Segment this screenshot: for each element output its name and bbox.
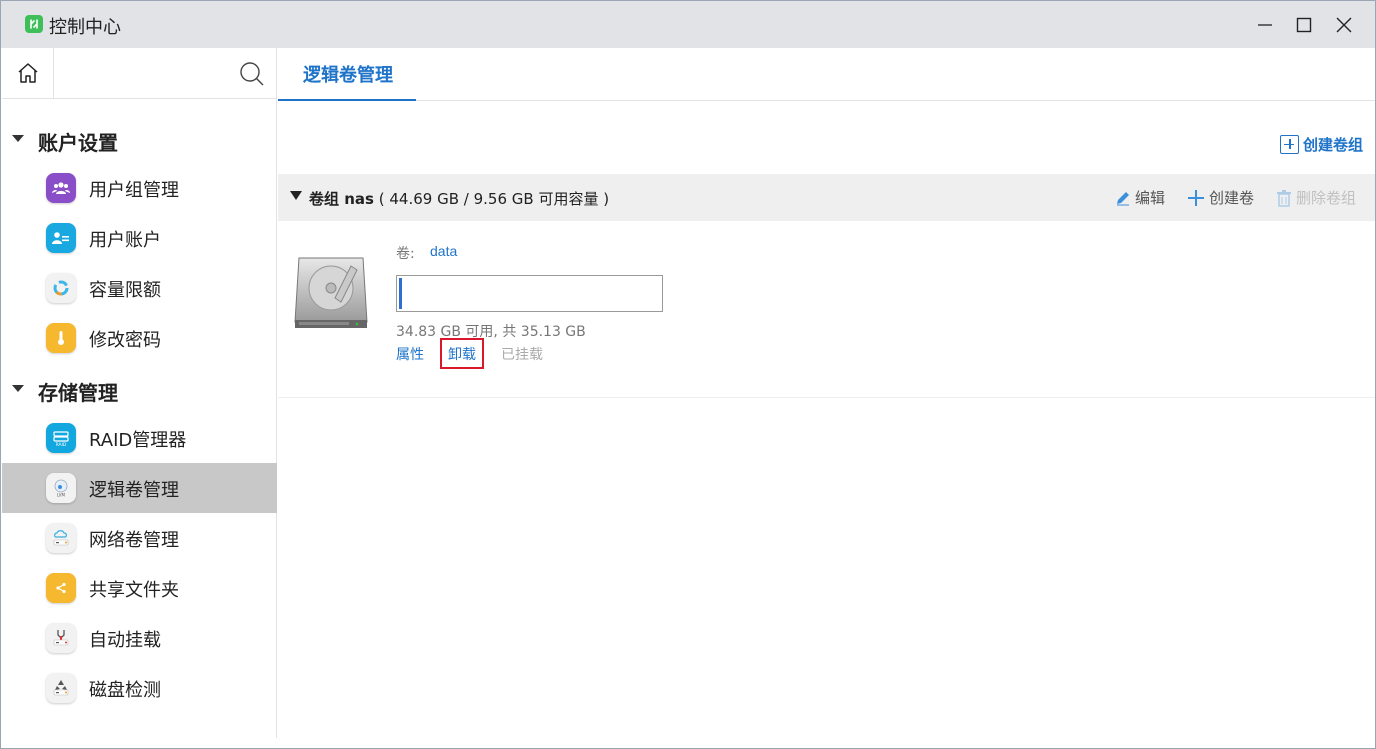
sidebar-item-network-volume[interactable]: 网络卷管理 [2,513,277,563]
unmount-link[interactable]: 卸载 [440,338,484,369]
maximize-button[interactable] [1288,9,1320,41]
control-center-window: 控制中心 账户设置 用户组管理 用户账户 容量限额 修改密码 存储管理 RAID… [0,0,1376,749]
sidebar-item-label: 磁盘检测 [89,680,161,701]
sidebar-item-label: 网络卷管理 [89,530,179,551]
sidebar-item-raid-manager[interactable]: RAID RAID管理器 [2,413,277,463]
sidebar-item-shared-folder[interactable]: 共享文件夹 [2,563,277,613]
sidebar-toolbar [2,48,277,99]
sidebar-item-change-password[interactable]: 修改密码 [2,313,277,363]
delete-volume-group-label: 删除卷组 [1296,189,1357,207]
properties-link[interactable]: 属性 [396,344,424,364]
edit-button[interactable]: 编辑 [1115,187,1165,208]
quota-icon [46,273,76,303]
sidebar-item-label: 共享文件夹 [89,580,179,601]
volume-group-title: 卷组 nas ( 44.69 GB / 9.56 GB 可用容量 ) [309,188,609,209]
disk-check-icon [46,673,76,703]
expand-triangle-icon[interactable] [290,191,302,200]
shared-folder-icon [46,573,76,603]
network-volume-icon [46,523,76,553]
create-volume-group-label: 创建卷组 [1303,135,1364,154]
delete-volume-group-button[interactable]: 删除卷组 [1276,187,1356,208]
sidebar-item-label: 修改密码 [89,330,161,351]
section-label: 账户设置 [38,131,118,155]
control-center-icon [25,15,43,33]
svg-text:LVM: LVM [57,493,66,498]
title-bar: 控制中心 [1,1,1375,48]
mount-status: 已挂载 [501,347,543,363]
sidebar-item-label: 用户账户 [89,230,161,251]
tab-label: 逻辑卷管理 [303,65,393,86]
sidebar-item-user-groups[interactable]: 用户组管理 [2,163,277,213]
volume-group-name: nas [344,190,374,208]
volume-label: 卷: [396,246,415,262]
lvm-icon: LVM [46,473,76,503]
create-volume-label: 创建卷 [1209,189,1255,207]
sidebar: 账户设置 用户组管理 用户账户 容量限额 修改密码 存储管理 RAID RAID… [2,48,277,738]
pencil-icon [1117,191,1129,205]
section-label: 存储管理 [38,381,118,405]
close-button[interactable] [1328,9,1360,41]
volume-name-link[interactable]: data [430,243,457,259]
collapse-triangle-icon [12,385,24,392]
volume-group-prefix: 卷组 [309,190,340,208]
section-account-settings[interactable]: 账户设置 [2,119,277,159]
sidebar-item-label: RAID管理器 [89,430,187,451]
password-icon [46,323,76,353]
auto-mount-icon [46,623,76,653]
create-volume-group-button[interactable]: 创建卷组 [1280,133,1363,155]
volume-usage-bar [396,275,663,312]
sidebar-item-label: 用户组管理 [89,180,179,201]
home-icon [18,63,37,83]
sidebar-item-disk-check[interactable]: 磁盘检测 [2,663,277,713]
maximize-icon [1296,17,1312,33]
main-panel: 逻辑卷管理 创建卷组 卷组 nas ( 44.69 GB / 9.56 GB 可… [278,48,1375,738]
volume-capacity-text: 34.83 GB 可用, 共 35.13 GB [396,324,586,340]
sidebar-item-label: 容量限额 [89,280,161,301]
search-icon [240,62,264,86]
hard-disk-icon [294,257,368,328]
volume-usage-fill [399,278,402,309]
user-account-icon [46,223,76,253]
create-volume-button[interactable]: 创建卷 [1187,187,1254,208]
svg-text:RAID: RAID [56,442,67,447]
volume-group-capacity: ( 44.69 GB / 9.56 GB 可用容量 ) [378,190,610,208]
minimize-icon [1258,24,1272,26]
home-button[interactable] [2,48,54,98]
volume-entry: 卷: data 34.83 GB 可用, 共 35.13 GB 属性 卸载 已挂… [278,221,1375,398]
close-icon [1336,17,1352,33]
window-title: 控制中心 [49,17,121,38]
volume-group-header: 卷组 nas ( 44.69 GB / 9.56 GB 可用容量 ) 编辑 创建… [278,174,1375,221]
minimize-button[interactable] [1249,9,1281,41]
collapse-triangle-icon [12,135,24,142]
tab-lvm[interactable]: 逻辑卷管理 [278,48,416,101]
sidebar-item-label: 自动挂载 [89,630,161,651]
raid-icon: RAID [46,423,76,453]
add-box-icon [1280,134,1299,154]
sidebar-item-quota[interactable]: 容量限额 [2,263,277,313]
section-storage-management[interactable]: 存储管理 [2,369,277,409]
tab-bar: 逻辑卷管理 [278,48,1375,101]
sidebar-item-label: 逻辑卷管理 [89,480,179,501]
user-group-icon [46,173,76,203]
sidebar-item-auto-mount[interactable]: 自动挂载 [2,613,277,663]
sidebar-item-user-accounts[interactable]: 用户账户 [2,213,277,263]
trash-icon [1277,189,1291,207]
plus-icon [1188,189,1204,206]
search-button[interactable] [238,60,266,88]
edit-label: 编辑 [1135,189,1166,207]
sidebar-item-lvm[interactable]: LVM 逻辑卷管理 [2,463,277,513]
